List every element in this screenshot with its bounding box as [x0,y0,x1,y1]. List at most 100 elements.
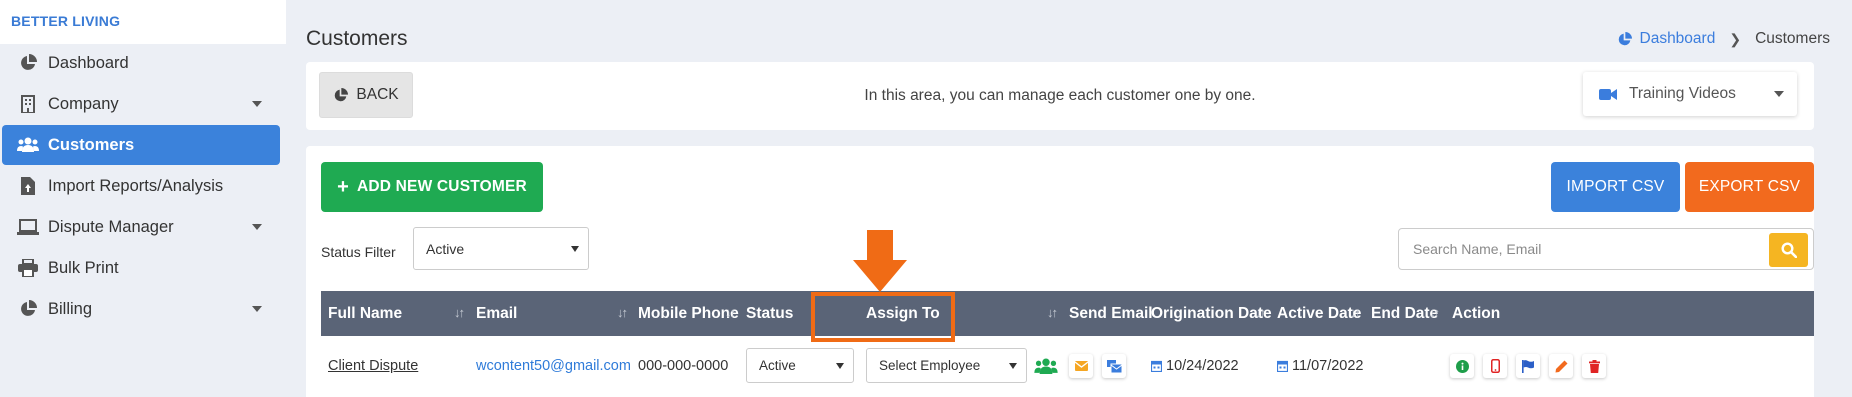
back-button[interactable]: BACK [319,72,413,118]
sidebar-item-bulk-print[interactable]: Bulk Print [2,245,280,291]
printer-icon [16,256,40,280]
column-header-email[interactable]: Email [476,291,517,336]
back-button-label: BACK [356,86,399,103]
trash-icon [1588,359,1600,373]
info-icon [1455,359,1469,373]
chevron-down-icon [571,245,579,252]
annotation-arrow-icon [853,230,907,292]
add-new-customer-label: ADD NEW CUSTOMER [356,178,527,195]
brand-name: BETTER LIVING [11,13,121,29]
import-csv-button[interactable]: IMPORT CSV [1551,162,1680,212]
laptop-icon [16,215,40,239]
pie-chart-icon [1618,31,1632,45]
training-videos-label: Training Videos [1629,85,1736,102]
team-icon[interactable] [1034,336,1058,396]
envelope-icon [1074,361,1088,371]
column-header-label: Mobile Phone [638,304,739,322]
pie-chart-icon [16,51,40,75]
column-header-label: Full Name [328,304,403,322]
cell-mobile-phone: 000-000-0000 [638,358,729,374]
chevron-down-icon [252,101,262,107]
info-button[interactable] [1450,354,1474,378]
calendar-icon [1151,360,1162,372]
sort-icon[interactable]: ↓↑ [725,305,736,320]
add-new-customer-button[interactable]: + ADD NEW CUSTOMER [321,162,543,212]
column-header-label: Active Date [1277,304,1362,322]
column-header-label: Origination Date [1151,304,1272,322]
cell-email: wcontent50@gmail.com [476,336,631,396]
mail-bulk-icon [1106,359,1122,373]
status-filter-value: Active [426,240,465,257]
customers-card: + ADD NEW CUSTOMER IMPORT CSV EXPORT CSV… [306,146,1814,397]
customer-email-link[interactable]: wcontent50@gmail.com [476,358,631,374]
breadcrumb: Dashboard ❯ Customers [1617,30,1830,48]
sort-icon[interactable]: ↓↑ [1350,305,1361,320]
search-input[interactable] [1413,241,1753,257]
building-icon [16,92,40,116]
sidebar-item-import-reports[interactable]: Import Reports/Analysis [2,163,280,209]
search-button[interactable] [1769,233,1808,267]
row-status-value: Active [759,358,796,373]
status-filter-select[interactable]: Active [413,227,589,270]
sort-icon[interactable]: ↓↑ [1255,305,1266,320]
mobile-button[interactable] [1483,354,1507,378]
training-videos-dropdown[interactable]: Training Videos [1583,72,1797,116]
plus-icon: + [337,175,349,198]
sidebar-item-label: Dispute Manager [48,217,174,236]
annotation-highlight-box [811,292,955,342]
delete-button[interactable] [1582,354,1606,378]
column-header-status[interactable]: Status [746,291,793,336]
status-filter-label: Status Filter [321,244,396,260]
chevron-down-icon [836,362,844,369]
column-header-mobile-phone[interactable]: Mobile Phone [638,291,739,336]
sidebar-item-billing[interactable]: Billing [2,286,280,332]
export-csv-button[interactable]: EXPORT CSV [1685,162,1814,212]
pencil-icon [1555,360,1567,372]
sidebar-item-label: Company [48,94,119,113]
search-box [1398,228,1814,270]
sidebar-item-dashboard[interactable]: Dashboard [2,40,280,86]
row-status-select[interactable]: Active [746,348,854,383]
sidebar-item-label: Bulk Print [48,258,119,277]
column-header-label: Email [476,304,518,322]
users-icon [16,133,40,157]
sort-icon[interactable]: ↓↑ [454,305,465,320]
sidebar-item-label: Customers [48,135,135,154]
column-header-label: Action [1452,304,1501,322]
breadcrumb-current: Customers [1755,30,1830,47]
column-header-active-date[interactable]: Active Date [1277,291,1361,336]
cell-actions [1450,336,1615,396]
breadcrumb-home-label: Dashboard [1639,30,1716,47]
assign-employee-value: Select Employee [879,358,981,373]
customer-name-link[interactable]: Client Dispute [328,358,418,374]
info-bar: In this area, you can manage each custom… [306,62,1814,130]
sidebar-item-customers[interactable]: Customers [2,125,280,165]
column-header-full-name[interactable]: Full Name [328,291,402,336]
column-header-origination-date[interactable]: Origination Date [1151,291,1272,336]
sort-icon[interactable]: ↓↑ [1047,305,1058,320]
breadcrumb-home[interactable]: Dashboard [1617,30,1716,48]
chevron-down-icon [1774,91,1784,97]
brand[interactable]: BETTER LIVING [0,0,286,44]
flag-button[interactable] [1516,354,1540,378]
sidebar: BETTER LIVING Dashboard Company Customer… [0,0,286,397]
sidebar-item-company[interactable]: Company [2,81,280,127]
assign-employee-select[interactable]: Select Employee [866,348,1027,383]
sidebar-item-label: Import Reports/Analysis [48,176,224,195]
send-bulk-email-button[interactable] [1102,354,1126,378]
mobile-phone-icon [1490,359,1500,373]
pie-chart-icon [16,297,40,321]
table-header: Full Name ↓↑ Email ↓↑ Mobile Phone ↓↑ St… [321,291,1814,336]
column-header-send-email: Send Email [1069,291,1153,336]
sidebar-item-label: Billing [48,299,93,318]
sidebar-item-dispute-manager[interactable]: Dispute Manager [2,204,280,250]
column-header-label: Status [746,304,794,322]
sort-icon[interactable]: ↓↑ [617,305,628,320]
calendar-icon [1277,360,1288,372]
chevron-right-icon: ❯ [1729,30,1742,47]
sort-icon[interactable]: ↓↑ [1429,305,1440,320]
sidebar-item-label: Dashboard [48,53,129,72]
chevron-down-icon [252,224,262,230]
send-email-button[interactable] [1069,354,1093,378]
edit-button[interactable] [1549,354,1573,378]
